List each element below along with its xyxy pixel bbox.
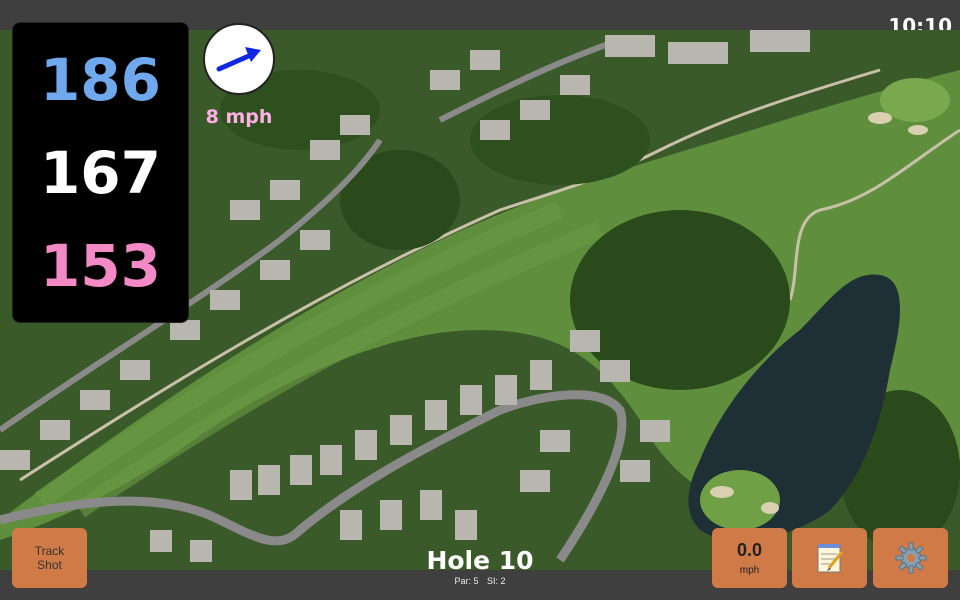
hole-details: Par: 5 SI: 2	[380, 576, 580, 586]
wind-unit: mph	[739, 565, 760, 576]
wind-button[interactable]: 0.0 mph	[712, 528, 787, 588]
wind-direction-indicator	[203, 23, 275, 95]
hole-si: SI: 2	[487, 576, 506, 586]
settings-button[interactable]	[873, 528, 948, 588]
center-distance: 167	[39, 138, 162, 207]
track-shot-label: Track Shot	[34, 543, 65, 572]
distance-panel: 186 167 153	[12, 22, 189, 323]
track-shot-button[interactable]: Track Shot	[12, 528, 87, 588]
wind-speed: 8 mph	[205, 106, 273, 128]
notes-button[interactable]	[792, 528, 867, 588]
back-distance: 186	[39, 45, 162, 114]
hole-title: Hole 10	[426, 546, 534, 575]
arrow-icon	[216, 47, 261, 72]
gear-icon	[895, 542, 926, 574]
wind-value: 0.0	[736, 540, 763, 560]
notepad-icon	[817, 544, 843, 573]
hole-info: Hole 10 Par: 5 SI: 2	[380, 548, 580, 586]
front-distance: 153	[39, 231, 162, 300]
hole-par: Par: 5	[454, 576, 479, 586]
